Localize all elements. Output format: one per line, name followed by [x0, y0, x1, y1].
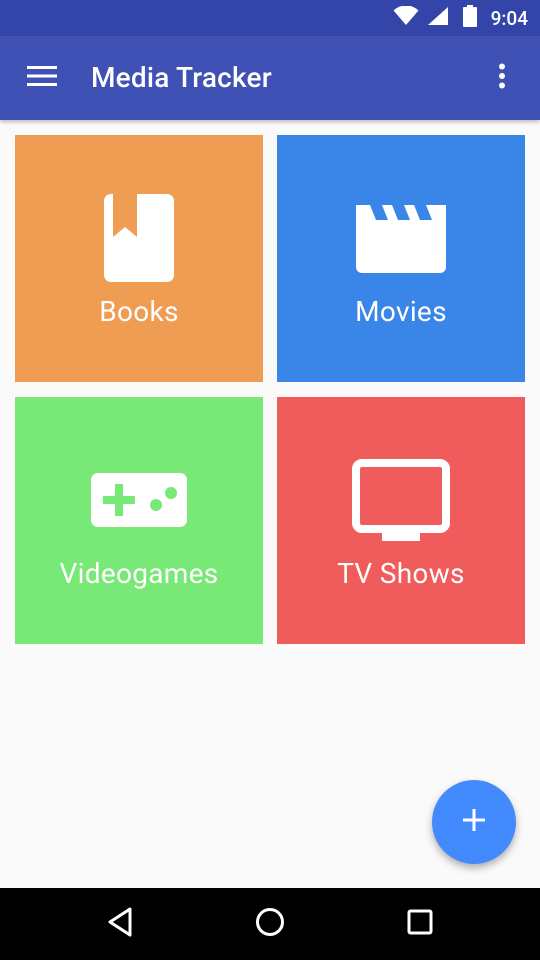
add-media-button[interactable]: [432, 780, 516, 864]
more-vert-icon: [498, 63, 506, 93]
overflow-menu-button[interactable]: [474, 50, 530, 106]
app-bar: Media Tracker: [0, 36, 540, 120]
category-tile-tv-shows[interactable]: TV Shows: [277, 397, 525, 644]
app-title: Media Tracker: [91, 61, 272, 94]
menu-button[interactable]: [14, 50, 70, 106]
wifi-icon: [393, 5, 419, 30]
category-label: Videogames: [59, 557, 219, 590]
category-label: Movies: [355, 295, 447, 328]
category-tile-books[interactable]: Books: [15, 135, 263, 382]
home-button[interactable]: [230, 888, 310, 960]
status-icons: 9:04: [393, 0, 528, 36]
back-icon: [107, 907, 133, 941]
status-bar: 9:04: [0, 0, 540, 36]
clapperboard-icon: [277, 193, 525, 283]
status-time: 9:04: [490, 6, 528, 30]
recents-button[interactable]: [380, 888, 460, 960]
cell-signal-icon: [427, 6, 449, 30]
category-label: Books: [99, 295, 179, 328]
back-button[interactable]: [80, 888, 160, 960]
category-tile-videogames[interactable]: Videogames: [15, 397, 263, 644]
home-icon: [255, 907, 285, 941]
screen: 9:04 Media Tracker Books Movies Videogam…: [0, 0, 540, 960]
category-label: TV Shows: [337, 557, 465, 590]
plus-icon: [463, 809, 485, 835]
recents-icon: [407, 909, 433, 939]
hamburger-menu-icon: [27, 65, 57, 91]
tv-icon: [277, 455, 525, 545]
book-icon: [15, 193, 263, 283]
gamepad-icon: [15, 455, 263, 545]
category-tile-movies[interactable]: Movies: [277, 135, 525, 382]
battery-icon: [462, 5, 477, 31]
system-nav-bar: [0, 888, 540, 960]
